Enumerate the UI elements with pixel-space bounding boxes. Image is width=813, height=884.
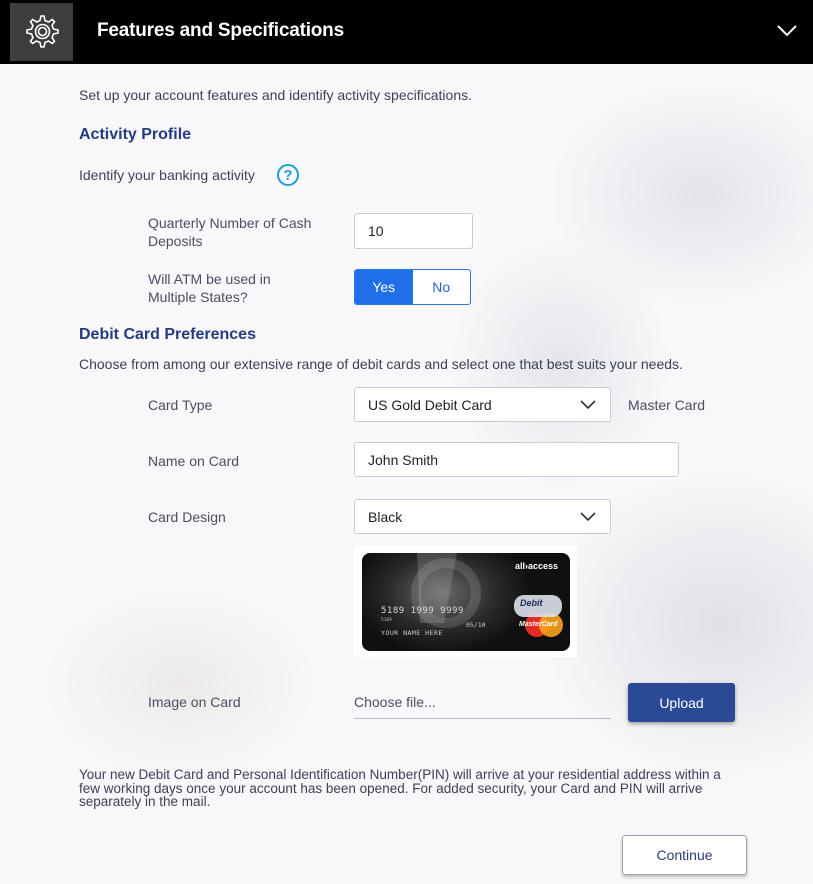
card-number: 5189 1999 9999 xyxy=(381,606,464,616)
name-on-card-label: Name on Card xyxy=(148,453,240,469)
atm-yes-option[interactable]: Yes xyxy=(355,270,413,304)
atm-toggle: Yes No xyxy=(354,269,471,305)
card-preview-image: all›access 5189 1999 9999 5189 05/10 YOU… xyxy=(354,546,577,657)
file-input-underline xyxy=(354,718,611,719)
cash-deposits-label: Quarterly Number of Cash Deposits xyxy=(148,215,312,249)
image-on-card-label: Image on Card xyxy=(148,694,241,710)
card-design-select[interactable]: Black xyxy=(354,499,611,534)
card-preview: all›access 5189 1999 9999 5189 05/10 YOU… xyxy=(362,553,570,651)
gear-icon xyxy=(10,3,73,61)
mastercard-logo: MasterCard xyxy=(519,621,558,628)
card-type-value: US Gold Debit Card xyxy=(368,396,492,413)
atm-no-option[interactable]: No xyxy=(413,270,471,304)
debit-card-heading: Debit Card Preferences xyxy=(79,326,256,343)
activity-prompt: Identify your banking activity xyxy=(79,167,255,183)
atm-label: Will ATM be used in Multiple States? xyxy=(148,271,271,305)
continue-button[interactable]: Continue xyxy=(622,835,747,875)
debit-card-prompt: Choose from among our extensive range of… xyxy=(79,356,683,372)
card-holder: YOUR NAME HERE xyxy=(381,629,443,637)
card-debit-badge: Debit xyxy=(520,598,543,608)
help-icon[interactable]: ? xyxy=(277,164,299,186)
card-network-label: Master Card xyxy=(628,397,706,413)
card-design-value: Black xyxy=(368,508,403,525)
choose-file-input[interactable]: Choose file... xyxy=(354,693,436,711)
cash-deposits-input[interactable]: 10 xyxy=(354,213,473,249)
upload-button[interactable]: Upload xyxy=(628,683,735,722)
card-brand: all›access xyxy=(514,561,558,571)
card-type-label: Card Type xyxy=(148,397,213,413)
section-title: Features and Specifications xyxy=(97,20,344,41)
chevron-down-icon xyxy=(580,511,596,521)
chevron-down-icon[interactable] xyxy=(776,22,798,40)
card-design-label: Card Design xyxy=(148,509,226,525)
delivery-note: Your new Debit Card and Personal Identif… xyxy=(79,767,721,809)
name-on-card-input[interactable]: John Smith xyxy=(354,442,679,477)
intro-text: Set up your account features and identif… xyxy=(79,87,472,103)
activity-profile-heading: Activity Profile xyxy=(79,126,192,143)
chevron-down-icon xyxy=(580,399,596,409)
card-small-number: 5189 xyxy=(381,618,392,623)
card-type-select[interactable]: US Gold Debit Card xyxy=(354,387,611,422)
card-expiry: 05/10 xyxy=(466,621,486,629)
section-header[interactable]: Features and Specifications xyxy=(0,0,813,64)
